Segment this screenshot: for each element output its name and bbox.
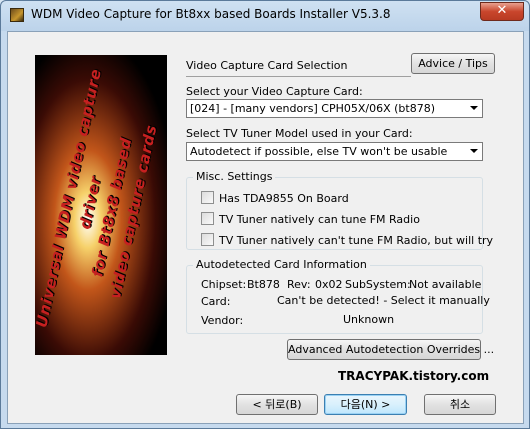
title-bar[interactable]: WDM Video Capture for Bt8xx based Boards… (1, 1, 529, 29)
close-button[interactable]: ✕ (480, 2, 524, 21)
card-value: Can't be detected! - Select it manually (277, 294, 490, 307)
section-title: Video Capture Card Selection (186, 59, 348, 72)
subsystem-label: SubSystem: (345, 278, 411, 291)
autodetected-info-group: Autodetected Card Information Chipset: B… (186, 258, 490, 334)
vendor-value: Unknown (343, 313, 395, 326)
fm-radio-try-checkbox[interactable] (201, 233, 214, 246)
fm-radio-try-option[interactable]: TV Tuner natively can't tune FM Radio, b… (201, 233, 493, 247)
fm-radio-native-label: TV Tuner natively can tune FM Radio (219, 213, 420, 226)
chevron-down-icon (470, 106, 478, 110)
fm-radio-try-label: TV Tuner natively can't tune FM Radio, b… (219, 234, 494, 247)
watermark-text: TRACYPAK.tistory.com (338, 369, 490, 383)
fm-radio-native-option[interactable]: TV Tuner natively can tune FM Radio (201, 212, 420, 226)
next-button[interactable]: 다음(N) > (324, 394, 407, 415)
chipset-label: Chipset: (201, 278, 247, 291)
tda9855-option[interactable]: Has TDA9855 On Board (201, 191, 349, 205)
chipset-value: Bt878 (247, 278, 280, 291)
vendor-label: Vendor: (201, 314, 244, 327)
cancel-button[interactable]: 취소 (424, 394, 496, 415)
card-label: Card: (201, 295, 231, 308)
tda9855-label: Has TDA9855 On Board (219, 192, 349, 205)
tuner-model-value: Autodetect if possible, else TV won't be… (190, 145, 448, 158)
fm-radio-native-checkbox[interactable] (201, 212, 214, 225)
misc-settings-group: Misc. Settings Has TDA9855 On Board TV T… (186, 170, 493, 250)
banner-text: Universal WDM video capture driver for B… (35, 55, 167, 355)
tuner-select-label: Select TV Tuner Model used in your Card: (186, 127, 413, 140)
banner-image: Universal WDM video capture driver for B… (35, 55, 167, 355)
back-button[interactable]: < 뒤로(B) (236, 394, 318, 415)
video-card-dropdown[interactable]: [024] - [many vendors] CPH05X/06X (bt878… (186, 99, 483, 118)
rev-label: Rev: (287, 278, 311, 291)
section-divider (186, 76, 411, 77)
app-icon (10, 8, 24, 22)
tda9855-checkbox[interactable] (201, 191, 214, 204)
card-select-label: Select your Video Capture Card: (186, 85, 363, 98)
close-icon: ✕ (496, 3, 508, 18)
rev-value: 0x02 (315, 278, 343, 291)
advice-tips-button[interactable]: Advice / Tips (411, 53, 495, 74)
video-card-value: [024] - [many vendors] CPH05X/06X (bt878… (190, 102, 435, 115)
window-title: WDM Video Capture for Bt8xx based Boards… (31, 7, 391, 21)
autodetected-info-title: Autodetected Card Information (193, 258, 370, 271)
misc-settings-title: Misc. Settings (193, 170, 276, 183)
subsystem-value: Not available (409, 278, 482, 291)
chevron-down-icon (470, 149, 478, 153)
installer-window: WDM Video Capture for Bt8xx based Boards… (0, 0, 530, 429)
tuner-model-dropdown[interactable]: Autodetect if possible, else TV won't be… (186, 142, 483, 161)
advanced-overrides-button[interactable]: Advanced Autodetection Overrides ... (287, 339, 494, 360)
wizard-body: Universal WDM video capture driver for B… (7, 31, 524, 424)
